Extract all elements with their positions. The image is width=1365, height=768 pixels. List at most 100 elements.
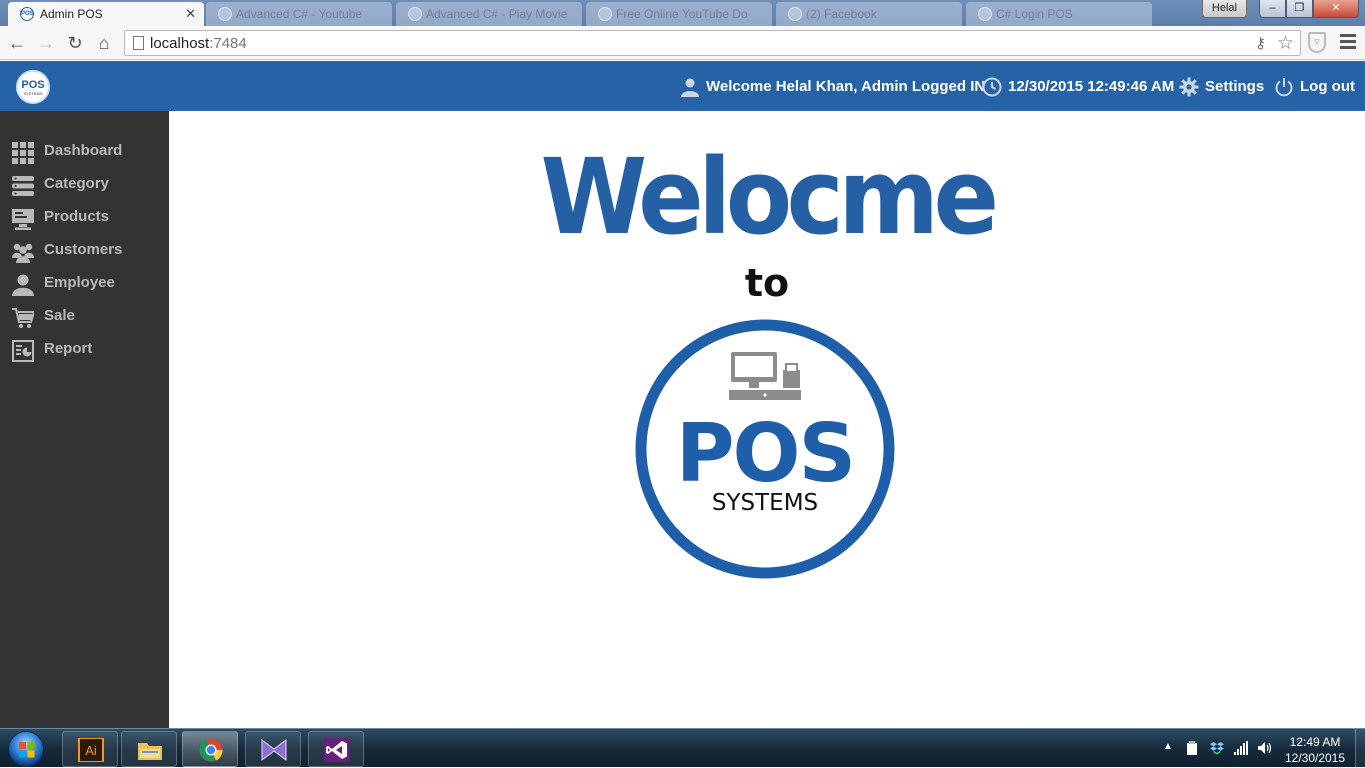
tab-title: C# Login POS [996, 7, 1073, 21]
clock-icon [982, 77, 1002, 97]
tab-background-1[interactable]: Advanced C# - Youtube [206, 2, 392, 26]
reload-icon[interactable]: ↻ [64, 32, 86, 54]
tab-favicon-icon [978, 7, 992, 21]
sidebar-item-sale[interactable]: Sale [0, 299, 169, 332]
stack-icon [12, 176, 34, 196]
tab-background-2[interactable]: Advanced C# - Play Movie [396, 2, 582, 26]
page-icon [133, 36, 144, 50]
logo-subtext: SYSTEMS [23, 91, 43, 96]
tab-title: Advanced C# - Youtube [236, 7, 363, 21]
tab-title: Free Online YouTube Do [616, 7, 748, 21]
logo-text: POS [21, 79, 45, 91]
browser-tab-strip: POS Admin POS ✕ Advanced C# - Youtube Ad… [0, 0, 1365, 26]
tab-favicon-icon [408, 7, 422, 21]
sidebar-item-label: Report [44, 340, 93, 357]
tab-favicon-icon [218, 7, 232, 21]
sidebar-item-customers[interactable]: Customers [0, 233, 169, 266]
logout-link[interactable]: Log out [1274, 77, 1355, 97]
key-icon[interactable]: ⚷ [1255, 34, 1266, 52]
tab-favicon-icon [598, 7, 612, 21]
datetime-text: 12/30/2015 12:49:46 AM [1008, 78, 1175, 95]
windows-taskbar: Ai ▲ 12:49 AM 12/30/2015 [0, 728, 1365, 768]
sidebar-item-label: Employee [44, 274, 115, 291]
adobe-illustrator-icon: Ai [78, 738, 104, 762]
show-hidden-icons-icon[interactable]: ▲ [1163, 741, 1173, 752]
monitor-icon [12, 209, 34, 230]
pos-systems-emblem: POS SYSTEMS [635, 319, 895, 579]
logout-label: Log out [1300, 78, 1355, 95]
report-icon [12, 340, 34, 362]
sidebar-item-category[interactable]: Category [0, 167, 169, 200]
tab-background-4[interactable]: (2) Facebook [776, 2, 962, 26]
address-bar[interactable]: localhost:7484 ⚷ ☆ [124, 30, 1301, 56]
app-header: POS SYSTEMS Welcome Helal Khan, Admin Lo… [0, 61, 1365, 111]
network-signal-icon[interactable] [1234, 741, 1248, 755]
taskbar-clock-time[interactable]: 12:49 AM [1280, 735, 1350, 749]
browser-toolbar: ← → ↻ ⌂ localhost:7484 ⚷ ☆ ▿ [0, 26, 1365, 60]
welcome-user: Welcome Helal Khan, Admin Logged IN [680, 77, 985, 97]
chrome-icon [199, 738, 223, 762]
taskbar-illustrator[interactable]: Ai [62, 731, 118, 767]
tab-title: Admin POS [40, 7, 103, 21]
close-tab-icon[interactable]: ✕ [185, 2, 196, 26]
start-button[interactable] [8, 731, 44, 767]
url-port: :7484 [209, 35, 247, 52]
tab-title: Advanced C# - Play Movie [426, 7, 568, 21]
cart-icon [12, 308, 34, 328]
windows-logo-icon [19, 742, 35, 758]
browser-user-chip[interactable]: Helal [1201, 0, 1247, 18]
main-content: Welocme to POS SYSTEMS [169, 111, 1365, 728]
settings-link[interactable]: Settings [1179, 77, 1264, 97]
forward-icon[interactable]: → [35, 32, 57, 54]
visual-studio-blend-icon [261, 739, 287, 761]
close-window-button[interactable]: ✕ [1313, 0, 1359, 18]
sidebar-item-label: Dashboard [44, 142, 123, 159]
sidebar-item-products[interactable]: Products [0, 200, 169, 233]
sidebar: Dashboard Category Products Customers Em… [0, 111, 169, 728]
user-icon [12, 274, 34, 296]
taskbar-file-explorer[interactable] [121, 731, 177, 767]
star-icon[interactable]: ☆ [1277, 32, 1294, 55]
pos-logo[interactable]: POS SYSTEMS [16, 70, 50, 104]
minimize-button[interactable]: ‒ [1259, 0, 1286, 18]
header-datetime: 12/30/2015 12:49:46 AM [982, 77, 1174, 97]
url-text: localhost:7484 [150, 35, 247, 52]
show-desktop-button[interactable] [1355, 729, 1365, 768]
tab-admin-pos[interactable]: POS Admin POS ✕ [8, 2, 204, 26]
welcome-subtitle: to [744, 261, 790, 305]
tab-favicon-icon [788, 7, 802, 21]
menu-icon[interactable] [1340, 34, 1356, 52]
dropbox-icon[interactable] [1210, 741, 1224, 755]
sidebar-item-label: Category [44, 175, 110, 192]
taskbar-clock-date[interactable]: 12/30/2015 [1280, 751, 1350, 765]
taskbar-blend[interactable] [245, 731, 301, 767]
welcome-text: Welcome Helal Khan, Admin Logged IN [706, 78, 986, 95]
gear-icon [1179, 77, 1199, 97]
back-icon[interactable]: ← [6, 32, 28, 54]
shield-extension-icon[interactable]: ▿ [1308, 32, 1326, 53]
taskbar-visual-studio[interactable] [308, 731, 364, 767]
sidebar-item-label: Products [44, 208, 110, 225]
tab-background-3[interactable]: Free Online YouTube Do [586, 2, 772, 26]
clipboard-icon[interactable] [1185, 741, 1199, 755]
taskbar-chrome[interactable] [182, 731, 238, 767]
home-icon[interactable]: ⌂ [93, 32, 115, 54]
power-icon [1275, 78, 1293, 97]
sidebar-item-employee[interactable]: Employee [0, 266, 169, 299]
sidebar-item-dashboard[interactable]: Dashboard [0, 134, 169, 167]
sidebar-item-report[interactable]: Report [0, 332, 169, 365]
emblem-pos-text: POS [676, 407, 854, 500]
sidebar-item-label: Customers [44, 241, 123, 258]
tab-title: (2) Facebook [806, 7, 877, 21]
tab-background-5[interactable]: C# Login POS [966, 2, 1152, 26]
maximize-button[interactable]: ❐ [1286, 0, 1313, 18]
welcome-title: Welocme [540, 136, 999, 258]
volume-icon[interactable] [1258, 741, 1272, 755]
settings-label: Settings [1205, 78, 1265, 95]
window-controls: ‒ ❐ ✕ [1259, 0, 1359, 18]
pos-favicon-icon: POS [20, 7, 34, 21]
grid-icon [12, 142, 34, 164]
folder-icon [138, 743, 162, 760]
sidebar-item-label: Sale [44, 307, 75, 324]
visual-studio-icon [324, 738, 350, 762]
